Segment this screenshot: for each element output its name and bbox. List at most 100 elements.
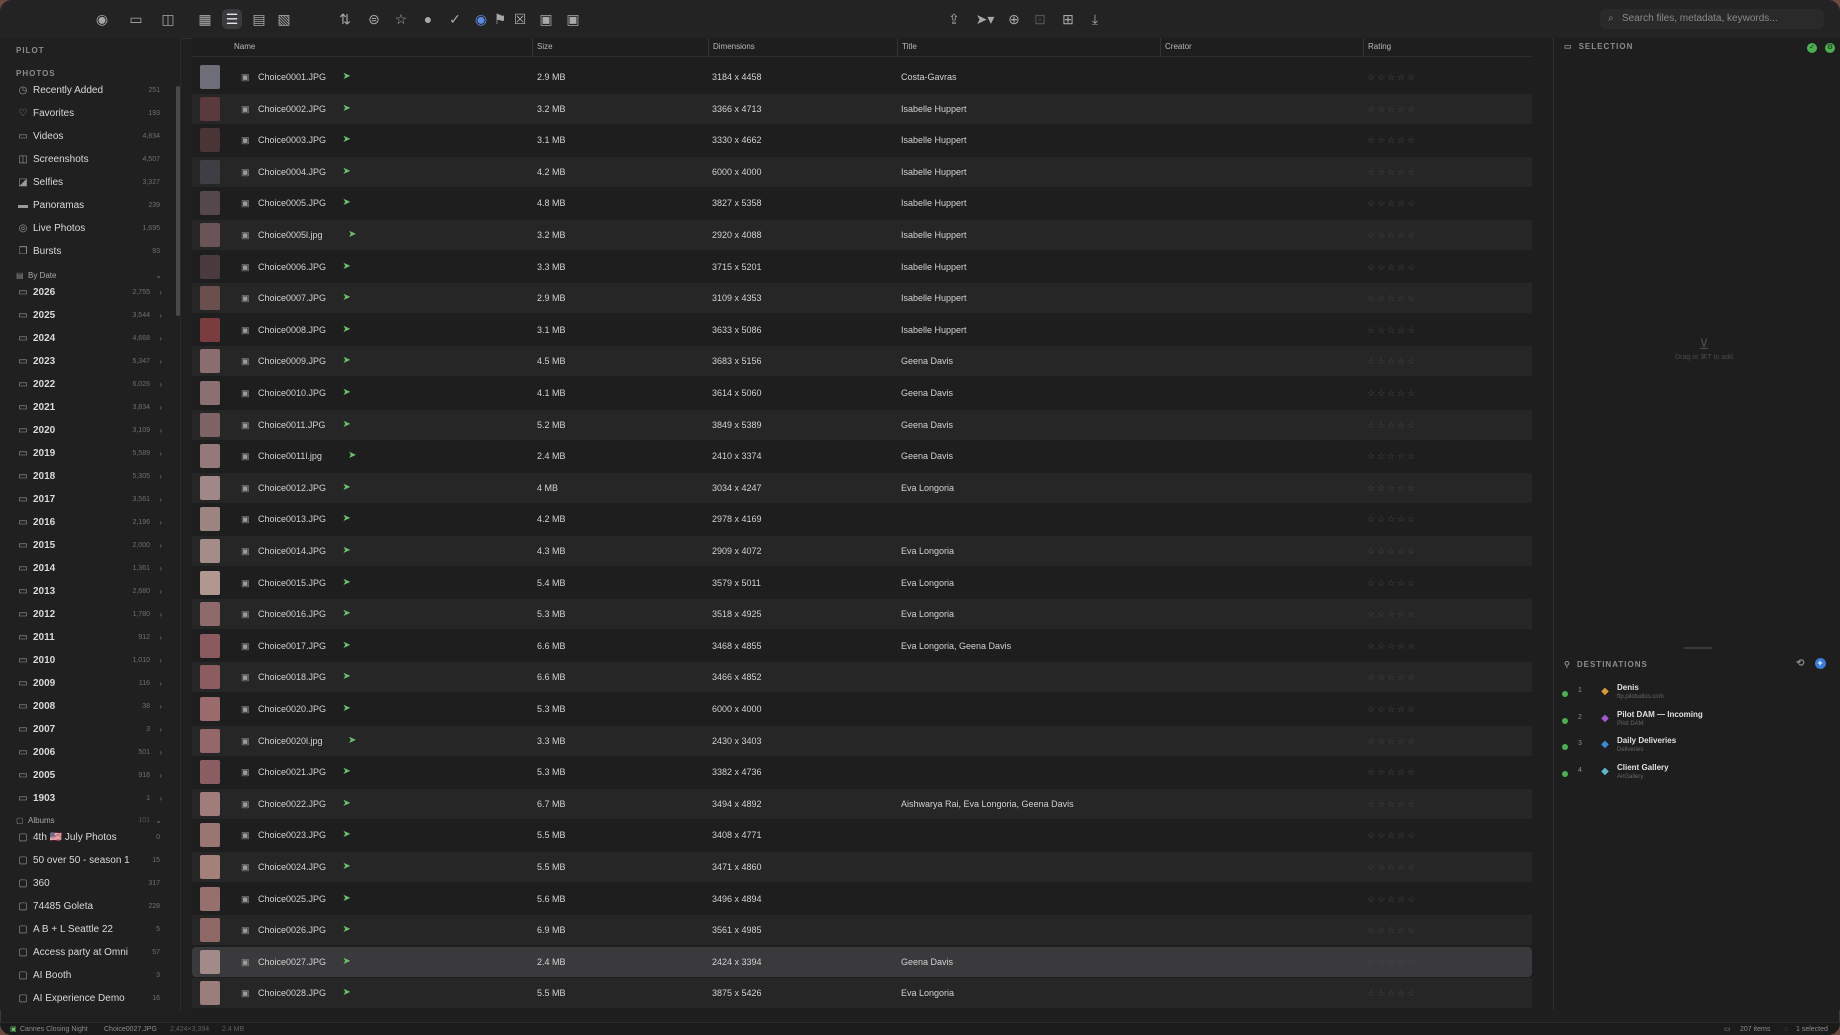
sidebar-item-panorama[interactable]: ▬ Panoramas 239	[14, 196, 164, 216]
sidebar-year-2024[interactable]: ▭ 2024 4,668 ›	[14, 329, 164, 349]
chevron-right-icon[interactable]: ›	[159, 766, 162, 786]
chevron-right-icon[interactable]: ›	[159, 306, 162, 326]
table-row[interactable]: ▣ Choice0023.JPG ➤ 5.5 MB 3408 x 4771 ☆☆☆☆☆	[192, 820, 1532, 850]
column-title[interactable]: Title	[897, 38, 917, 56]
checklist-icon[interactable]: ▤	[249, 9, 269, 29]
chevron-right-icon[interactable]: ›	[159, 674, 162, 694]
chevron-right-icon[interactable]: ›	[159, 697, 162, 717]
star-rating[interactable]: ☆☆☆☆☆	[1367, 915, 1417, 945]
sidebar-year-2012[interactable]: ▭ 2012 1,780 ›	[14, 605, 164, 625]
chevron-right-icon[interactable]: ›	[159, 559, 162, 579]
star-rating[interactable]: ☆☆☆☆☆	[1367, 789, 1417, 819]
zoom-icon[interactable]: ⊕	[1004, 9, 1024, 29]
star-rating[interactable]: ☆☆☆☆☆	[1367, 188, 1417, 218]
star-rating[interactable]: ☆☆☆☆☆	[1367, 346, 1417, 376]
image-view-icon[interactable]: ▧	[274, 9, 294, 29]
sidebar-toggle-icon[interactable]: ◫	[158, 9, 178, 29]
sidebar-album[interactable]: ▢ 74485 Goleta 228	[14, 897, 164, 917]
chevron-right-icon[interactable]: ›	[159, 605, 162, 625]
column-creator[interactable]: Creator	[1160, 38, 1192, 56]
chevron-right-icon[interactable]: ›	[159, 283, 162, 303]
star-rating[interactable]: ☆☆☆☆☆	[1367, 820, 1417, 850]
sidebar-year-2013[interactable]: ▭ 2013 2,680 ›	[14, 582, 164, 602]
settings-status-icon[interactable]: ⚙	[1825, 43, 1835, 53]
table-row[interactable]: ▣ Choice0016.JPG ➤ 5.3 MB 3518 x 4925 Eva Lon…	[192, 599, 1532, 630]
chevron-right-icon[interactable]: ›	[159, 398, 162, 418]
sidebar-year-2016[interactable]: ▭ 2016 2,196 ›	[14, 513, 164, 533]
selection-drop-zone[interactable]: ⊻ Drag or ⌘T to add	[1664, 336, 1744, 361]
sidebar-year-2007[interactable]: ▭ 2007 3 ›	[14, 720, 164, 740]
sidebar-year-2005[interactable]: ▭ 2005 918 ›	[14, 766, 164, 786]
star-icon[interactable]: ☆	[391, 9, 411, 29]
sidebar-year-2008[interactable]: ▭ 2008 38 ›	[14, 697, 164, 717]
export-icon[interactable]: ⊞	[1058, 9, 1078, 29]
star-rating[interactable]: ☆☆☆☆☆	[1367, 726, 1417, 756]
chevron-right-icon[interactable]: ›	[159, 444, 162, 464]
sidebar-year-2023[interactable]: ▭ 2023 5,347 ›	[14, 352, 164, 372]
label-color-icon[interactable]: ◉	[471, 9, 491, 29]
person-badge-icon[interactable]: ▣	[536, 9, 556, 29]
star-rating[interactable]: ☆☆☆☆☆	[1367, 283, 1417, 313]
sidebar-year-2010[interactable]: ▭ 2010 1,010 ›	[14, 651, 164, 671]
chevron-right-icon[interactable]: ›	[159, 421, 162, 441]
star-rating[interactable]: ☆☆☆☆☆	[1367, 473, 1417, 503]
sidebar-album[interactable]: ▢ 360 317	[14, 874, 164, 894]
star-rating[interactable]: ☆☆☆☆☆	[1367, 662, 1417, 692]
table-row[interactable]: ▣ Choice0001.JPG ➤ 2.9 MB 3184 x 4458 Costa-G…	[192, 62, 1532, 92]
sidebar-year-1903[interactable]: ▭ 1903 1 ›	[14, 789, 164, 809]
destination-item[interactable]: 3 ◆ Daily Deliveries Deliveries	[1562, 736, 1832, 764]
sidebar-album[interactable]: ▢ AI Experience Demo 16	[14, 989, 164, 1009]
grid-view-icon[interactable]: ▦	[195, 9, 215, 29]
sidebar-album[interactable]: ▢ AI Booth 3	[14, 966, 164, 986]
panel-resize-handle[interactable]	[1684, 647, 1712, 649]
sidebar-item-burst[interactable]: ❐ Bursts 93	[14, 242, 164, 262]
star-rating[interactable]: ☆☆☆☆☆	[1367, 852, 1417, 882]
reject-icon[interactable]: ☒	[510, 9, 530, 29]
sort-icon[interactable]: ⇅	[335, 9, 355, 29]
chevron-right-icon[interactable]: ›	[159, 789, 162, 809]
sidebar-year-2017[interactable]: ▭ 2017 3,561 ›	[14, 490, 164, 510]
sidebar-album[interactable]: ▢ Access party at Omni 57	[14, 943, 164, 963]
add-destination-button[interactable]: +	[1815, 658, 1826, 669]
table-row[interactable]: ▣ Choice0011.JPG ➤ 5.2 MB 3849 x 5389 Geena D…	[192, 409, 1532, 440]
star-rating[interactable]: ☆☆☆☆☆	[1367, 315, 1417, 345]
star-rating[interactable]: ☆☆☆☆☆	[1367, 378, 1417, 408]
camera-icon[interactable]: ◉	[92, 9, 112, 29]
chevron-right-icon[interactable]: ›	[159, 720, 162, 740]
folder-import-icon[interactable]: ▭	[126, 9, 146, 29]
sidebar-year-2019[interactable]: ▭ 2019 5,589 ›	[14, 444, 164, 464]
chevron-right-icon[interactable]: ›	[159, 329, 162, 349]
star-rating[interactable]: ☆☆☆☆☆	[1367, 947, 1417, 977]
sidebar-item-heart[interactable]: ♡ Favorites 193	[14, 104, 164, 124]
column-dimensions[interactable]: Dimensions	[708, 38, 755, 56]
table-row[interactable]: ▣ Choice0005l.jpg ➤ 3.2 MB 2920 x 4088 Isabel…	[192, 220, 1532, 250]
sidebar-item-live[interactable]: ◎ Live Photos 1,695	[14, 219, 164, 239]
chevron-right-icon[interactable]: ›	[159, 513, 162, 533]
chevron-right-icon[interactable]: ›	[159, 743, 162, 763]
table-row[interactable]: ▣ Choice0021.JPG ➤ 5.3 MB 3382 x 4736 ☆☆☆☆☆	[192, 757, 1532, 787]
column-rating[interactable]: Rating	[1363, 38, 1391, 56]
sidebar-year-2015[interactable]: ▭ 2015 2,000 ›	[14, 536, 164, 556]
sidebar-album[interactable]: ▢ 50 over 50 - season 1 15	[14, 851, 164, 871]
sidebar-year-2020[interactable]: ▭ 2020 3,109 ›	[14, 421, 164, 441]
star-rating[interactable]: ☆☆☆☆☆	[1367, 220, 1417, 250]
filter-icon[interactable]: ⊜	[364, 9, 384, 29]
column-size[interactable]: Size	[532, 38, 553, 56]
sidebar-year-2011[interactable]: ▭ 2011 912 ›	[14, 628, 164, 648]
table-row[interactable]: ▣ Choice0011l.jpg ➤ 2.4 MB 2410 x 3374 Geena …	[192, 441, 1532, 471]
star-rating[interactable]: ☆☆☆☆☆	[1367, 252, 1417, 282]
star-rating[interactable]: ☆☆☆☆☆	[1367, 978, 1417, 1008]
destination-item[interactable]: 4 ◆ Client Gallery AirGallery	[1562, 763, 1832, 791]
sidebar-year-2014[interactable]: ▭ 2014 1,361 ›	[14, 559, 164, 579]
chevron-right-icon[interactable]: ›	[159, 651, 162, 671]
sidebar-item-screenshot[interactable]: ◫ Screenshots 4,507	[14, 150, 164, 170]
chevron-right-icon[interactable]: ›	[159, 352, 162, 372]
flag-icon[interactable]: ⚑	[490, 9, 510, 29]
by-date-group[interactable]: ▤ By Date ⌄	[14, 269, 164, 283]
list-view-icon[interactable]: ☰	[222, 9, 242, 29]
sidebar-album[interactable]: ▢ 4th 🇺🇸 July Photos 0	[14, 828, 164, 848]
star-rating[interactable]: ☆☆☆☆☆	[1367, 441, 1417, 471]
albums-group[interactable]: ▢ Albums 101 ⌄	[14, 814, 164, 828]
table-row[interactable]: ▣ Choice0004.JPG ➤ 4.2 MB 6000 x 4000 Isabell…	[192, 156, 1532, 187]
table-row[interactable]: ▣ Choice0012.JPG ➤ 4 MB 3034 x 4247 Eva Longo…	[192, 472, 1532, 503]
